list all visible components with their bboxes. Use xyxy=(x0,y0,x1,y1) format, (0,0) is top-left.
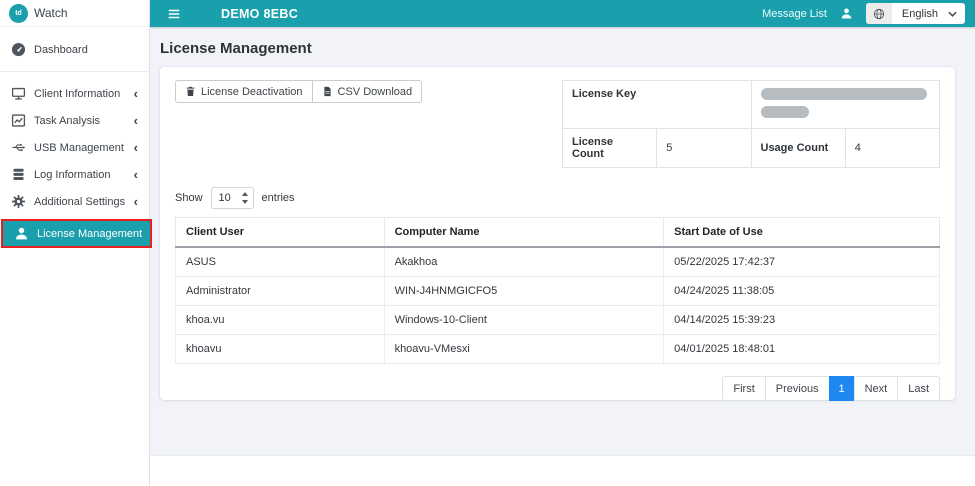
dashboard-icon xyxy=(11,42,26,57)
chevron-left-icon: ‹ xyxy=(134,168,138,181)
monitor-icon xyxy=(11,86,26,101)
start-date-cell: 04/24/2025 11:38:05 xyxy=(664,277,940,306)
usb-icon xyxy=(11,140,26,155)
license-key-value xyxy=(751,81,940,129)
table-row: khoavu khoavu-VMesxi 04/01/2025 18:48:01 xyxy=(176,335,940,364)
column-header-client-user: Client User xyxy=(176,218,385,248)
start-date-cell: 04/14/2025 15:39:23 xyxy=(664,306,940,335)
chevron-left-icon: ‹ xyxy=(134,87,138,100)
computer-name-cell: Windows-10-Client xyxy=(384,306,664,335)
sidebar-item-label: Additional Settings xyxy=(34,196,125,208)
license-deactivation-label: License Deactivation xyxy=(201,86,303,98)
csv-download-button[interactable]: CSV Download xyxy=(313,80,423,103)
usage-count-value: 4 xyxy=(845,129,939,168)
sidebar: td Watch Dashboard Client Information ‹ … xyxy=(0,0,150,486)
page-size-select[interactable]: 10 xyxy=(211,187,254,209)
client-user-cell: khoa.vu xyxy=(176,306,385,335)
user-account-icon[interactable] xyxy=(840,7,853,20)
pagination: First Previous 1 Next Last xyxy=(175,376,940,401)
computer-name-cell: WIN-J4HNMGICFO5 xyxy=(384,277,664,306)
redacted-license-key xyxy=(761,106,809,118)
sidebar-item-label: Client Information xyxy=(34,88,120,100)
column-header-computer-name: Computer Name xyxy=(384,218,664,248)
license-deactivation-button[interactable]: License Deactivation xyxy=(175,80,313,103)
pagination-last-button[interactable]: Last xyxy=(897,376,940,401)
license-count-value: 5 xyxy=(657,129,751,168)
license-count-label: License Count xyxy=(563,129,657,168)
app-logo-icon: td xyxy=(9,4,28,23)
start-date-cell: 05/22/2025 17:42:37 xyxy=(664,247,940,277)
sidebar-item-client-information[interactable]: Client Information ‹ xyxy=(0,80,149,107)
csv-download-label: CSV Download xyxy=(338,86,413,98)
chevron-left-icon: ‹ xyxy=(134,141,138,154)
entries-label: entries xyxy=(262,192,295,204)
message-list-link[interactable]: Message List xyxy=(762,8,827,20)
pagination-previous-button[interactable]: Previous xyxy=(765,376,830,401)
license-usage-table: Client User Computer Name Start Date of … xyxy=(175,217,940,364)
sidebar-item-log-information[interactable]: Log Information ‹ xyxy=(0,161,149,188)
sidebar-menu: Dashboard Client Information ‹ Task Anal… xyxy=(0,27,149,248)
pagination-next-button[interactable]: Next xyxy=(854,376,899,401)
sidebar-item-additional-settings[interactable]: Additional Settings ‹ xyxy=(0,188,149,215)
column-header-start-date: Start Date of Use xyxy=(664,218,940,248)
table-header-row: Client User Computer Name Start Date of … xyxy=(176,218,940,248)
start-date-cell: 04/01/2025 18:48:01 xyxy=(664,335,940,364)
database-icon xyxy=(11,167,26,182)
menu-divider xyxy=(0,71,149,72)
table-row: Administrator WIN-J4HNMGICFO5 04/24/2025… xyxy=(176,277,940,306)
license-key-row: License Key xyxy=(563,81,940,129)
sidebar-item-label: Task Analysis xyxy=(34,115,100,127)
client-user-cell: Administrator xyxy=(176,277,385,306)
language-selector[interactable]: English xyxy=(866,3,965,24)
client-user-cell: khoavu xyxy=(176,335,385,364)
trash-icon xyxy=(185,86,196,97)
show-label: Show xyxy=(175,192,203,204)
app-name: Watch xyxy=(34,6,68,20)
usage-count-label: Usage Count xyxy=(751,129,845,168)
entries-control: Show 10 entries xyxy=(175,187,940,209)
language-label: English xyxy=(892,8,948,20)
window-title: DEMO 8EBC xyxy=(221,7,298,21)
toolbar-button-group: License Deactivation CSV Download xyxy=(175,80,422,103)
computer-name-cell: Akakhoa xyxy=(384,247,664,277)
page-size-select-wrap: 10 xyxy=(211,187,254,209)
brand[interactable]: td Watch xyxy=(0,0,149,27)
chevron-left-icon: ‹ xyxy=(134,114,138,127)
globe-icon xyxy=(866,3,892,24)
license-info-table: License Key License Count 5 Usage Count … xyxy=(562,80,940,168)
license-key-label: License Key xyxy=(563,81,752,129)
sidebar-item-task-analysis[interactable]: Task Analysis ‹ xyxy=(0,107,149,134)
table-row: ASUS Akakhoa 05/22/2025 17:42:37 xyxy=(176,247,940,277)
content-area: License Management License Deactivation … xyxy=(150,27,975,455)
page-title: License Management xyxy=(160,40,975,57)
footer xyxy=(150,455,975,486)
table-row: khoa.vu Windows-10-Client 04/14/2025 15:… xyxy=(176,306,940,335)
top-navbar: DEMO 8EBC Message List English xyxy=(150,0,975,27)
hamburger-menu-icon[interactable] xyxy=(167,7,181,21)
pagination-first-button[interactable]: First xyxy=(722,376,765,401)
sidebar-item-usb-management[interactable]: USB Management ‹ xyxy=(0,134,149,161)
license-count-row: License Count 5 Usage Count 4 xyxy=(563,129,940,168)
redacted-license-key xyxy=(761,88,927,100)
user-icon xyxy=(14,226,29,241)
chevron-left-icon: ‹ xyxy=(134,195,138,208)
chart-line-icon xyxy=(11,113,26,128)
license-card: License Deactivation CSV Download Licens… xyxy=(160,67,955,400)
sidebar-item-license-management[interactable]: License Management xyxy=(1,219,152,248)
gear-icon xyxy=(11,194,26,209)
sidebar-item-label: Log Information xyxy=(34,169,110,181)
sidebar-item-label: Dashboard xyxy=(34,44,88,56)
computer-name-cell: khoavu-VMesxi xyxy=(384,335,664,364)
csv-file-icon xyxy=(322,86,333,97)
sidebar-item-label: USB Management xyxy=(34,142,124,154)
chevron-down-icon xyxy=(948,11,957,17)
pagination-page-1-button[interactable]: 1 xyxy=(829,376,855,401)
sidebar-item-dashboard[interactable]: Dashboard xyxy=(0,36,149,63)
client-user-cell: ASUS xyxy=(176,247,385,277)
sidebar-item-label: License Management xyxy=(37,228,142,240)
